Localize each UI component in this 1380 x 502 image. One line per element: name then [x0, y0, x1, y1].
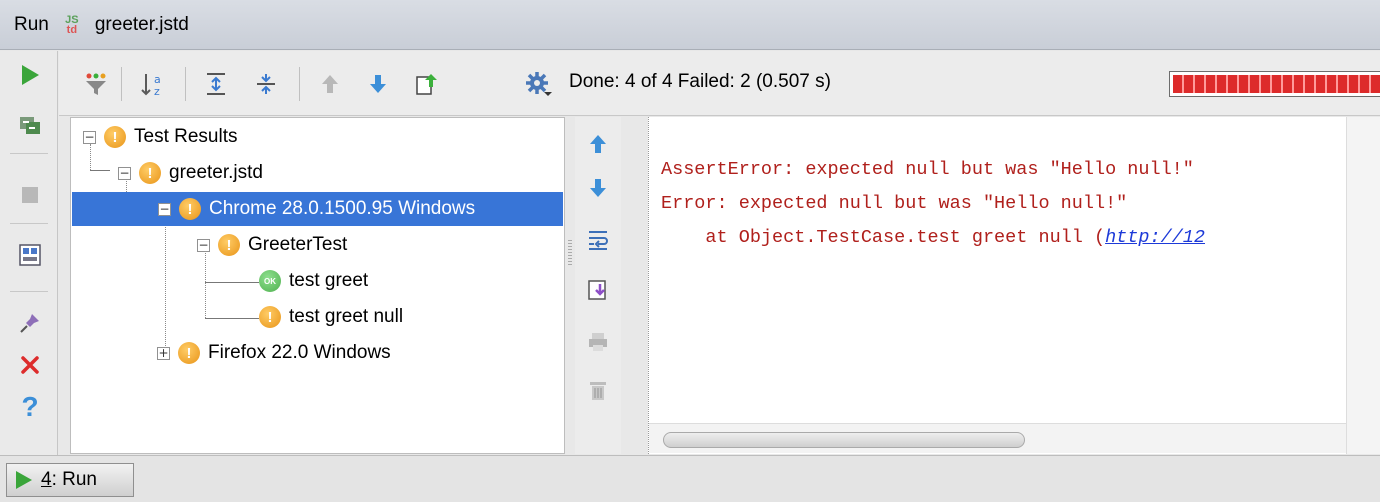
help-icon[interactable]: ?: [14, 391, 46, 423]
tree-node-label: Test Results: [134, 126, 238, 147]
warning-icon: !: [139, 162, 161, 184]
rerun-icon[interactable]: [14, 109, 46, 141]
console-output[interactable]: AssertError: expected null but was "Hell…: [648, 117, 1347, 454]
play-icon[interactable]: [14, 59, 46, 91]
up-stack-icon[interactable]: [583, 129, 613, 159]
export-results-icon[interactable]: [409, 67, 443, 101]
previous-failed-icon[interactable]: [313, 67, 347, 101]
console-line: at Object.TestCase.test greet null (http…: [661, 227, 1205, 248]
close-icon[interactable]: [14, 349, 46, 381]
collapse-toggle[interactable]: −: [83, 130, 96, 144]
tree-node-label: Firefox 22.0 Windows: [208, 342, 391, 363]
console-line: Error: expected null but was "Hello null…: [661, 193, 1128, 214]
test-results-tree: − ! Test Results − ! greeter.jstd − ! Ch…: [70, 117, 565, 454]
vertical-scrollbar[interactable]: [1346, 117, 1380, 454]
warning-icon: !: [259, 306, 281, 328]
tree-node-greetertest[interactable]: − ! GreeterTest: [197, 228, 347, 262]
warning-icon: !: [218, 234, 240, 256]
left-toolbar: ?: [0, 51, 58, 455]
jstd-config-icon: JS td: [65, 13, 79, 36]
tree-node-test-greet[interactable]: OK test greet: [259, 264, 368, 298]
play-icon: [16, 471, 32, 489]
collapse-all-icon[interactable]: [249, 67, 283, 101]
tree-node-label: GreeterTest: [248, 234, 348, 255]
tree-node-test-greet-null[interactable]: ! test greet null: [259, 300, 403, 334]
bottom-tool-window-bar: 4: Run: [0, 455, 1380, 502]
collapse-toggle[interactable]: −: [158, 202, 171, 216]
progress-fill: [1173, 75, 1380, 93]
tree-node-greeter-jstd[interactable]: − ! greeter.jstd: [118, 156, 263, 190]
tool-window-name: Run: [14, 13, 49, 35]
test-progress-bar: [1169, 71, 1380, 97]
tree-node-firefox[interactable]: + ! Firefox 22.0 Windows: [157, 336, 391, 370]
tree-node-label: test greet null: [289, 306, 404, 327]
settings-gear-icon[interactable]: [521, 67, 555, 101]
tree-node-test-results[interactable]: − ! Test Results: [83, 120, 237, 154]
passed-ok-icon: OK: [259, 270, 281, 292]
clear-all-trash-icon[interactable]: [583, 375, 613, 405]
tree-node-label: test greet: [289, 270, 369, 291]
filter-passed-icon[interactable]: [79, 67, 113, 101]
test-runner-toolbar: a z Done: 4 of 4 Failed: 2 (0.507 s): [59, 51, 1380, 116]
collapse-toggle[interactable]: −: [118, 166, 131, 180]
console-line: AssertError: expected null but was "Hell…: [661, 159, 1194, 180]
sort-alphabetically-icon[interactable]: a z: [137, 67, 171, 101]
expand-toggle[interactable]: +: [157, 346, 170, 360]
console-actions-toolbar: [575, 117, 621, 454]
soft-wrap-icon[interactable]: [583, 225, 613, 255]
tool-window-title-bar: Run JS td greeter.jstd: [0, 0, 1380, 50]
svg-text:z: z: [154, 85, 160, 98]
warning-icon: !: [178, 342, 200, 364]
collapse-toggle[interactable]: −: [197, 238, 210, 252]
run-tool-window-tab[interactable]: 4: Run: [6, 463, 134, 497]
tree-node-label: greeter.jstd: [169, 162, 263, 183]
warning-icon: !: [104, 126, 126, 148]
tree-node-chrome[interactable]: − ! Chrome 28.0.1500.95 Windows: [72, 192, 563, 226]
run-tab-label: 4: Run: [41, 469, 97, 490]
stack-frame-text: at Object.TestCase.test greet null (: [661, 227, 1106, 248]
next-failed-icon[interactable]: [361, 67, 395, 101]
test-status-summary: Done: 4 of 4 Failed: 2 (0.507 s): [569, 71, 831, 92]
pin-icon[interactable]: [14, 307, 46, 339]
stop-icon[interactable]: [14, 179, 46, 211]
layout-icon[interactable]: [14, 239, 46, 271]
scroll-to-end-icon[interactable]: [583, 275, 613, 305]
scrollbar-thumb[interactable]: [663, 432, 1025, 448]
run-config-name: greeter.jstd: [94, 13, 189, 35]
down-stack-icon[interactable]: [583, 173, 613, 203]
print-icon[interactable]: [583, 327, 613, 357]
splitter-handle[interactable]: [568, 240, 572, 266]
warning-icon: !: [179, 198, 201, 220]
tree-node-label: Chrome 28.0.1500.95 Windows: [209, 198, 476, 219]
expand-all-icon[interactable]: [199, 67, 233, 101]
stack-frame-link[interactable]: http://12: [1105, 227, 1205, 248]
horizontal-scrollbar[interactable]: [649, 423, 1347, 453]
